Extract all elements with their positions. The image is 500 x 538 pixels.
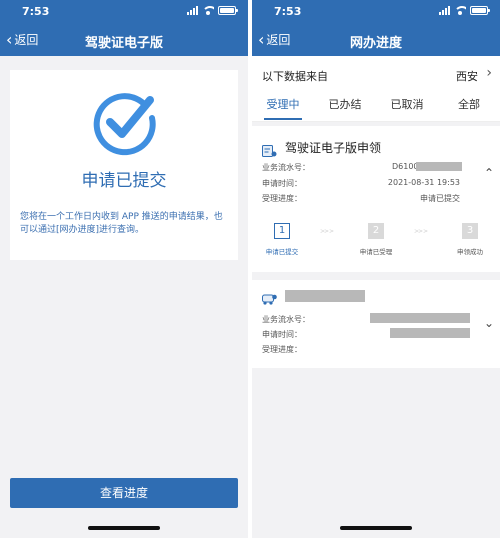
nav-bar: ‹ 返回 驾驶证电子版 [0,24,248,56]
redacted-serial [416,162,462,171]
serial-label: 业务流水号： [262,163,310,172]
apply-time-value: 2021-08-31 19:53 [387,178,460,187]
step-1-indicator: 1 [274,223,290,239]
step-3-indicator: 3 [462,223,478,239]
status-icons [439,6,490,15]
step-arrow-icon: >> > [320,228,334,235]
home-indicator[interactable] [340,526,412,530]
battery-icon [218,6,238,15]
signal-icon [187,6,198,15]
status-tabs: 受理中 已办结 已取消 全部 [252,92,500,122]
apply-time-label: 申请时间： [262,179,302,188]
license-doc-icon [262,142,277,157]
view-progress-button[interactable]: 查看进度 [10,478,238,508]
battery-icon [470,6,490,15]
success-card: 申请已提交 您将在一个工作日内收到 APP 推送的申请结果，也可以通过[网办进度… [10,70,238,260]
status-bar: 7:53 [0,0,248,24]
redacted-time [390,328,470,338]
chevron-right-icon: › [486,65,492,81]
tab-all[interactable]: 全部 [438,92,500,121]
page-title: 网办进度 [349,36,402,51]
card-header: 驾驶证电子版申领 [262,139,382,157]
serial-value: D6100 [392,162,419,171]
wifi-icon [202,6,214,15]
tab-processing[interactable]: 受理中 [252,92,314,121]
card-title: 驾驶证电子版申领 [285,141,382,155]
step-1-label: 申请已提交 [265,248,299,256]
progress-label: 受理进度： [262,194,302,203]
success-title: 申请已提交 [81,171,167,191]
step-3-label: 申领成功 [457,248,483,256]
signal-icon [439,6,450,15]
data-source-selector[interactable]: 以下数据来自 西安 › [252,56,500,92]
apply-time-label: 申请时间： [262,330,302,339]
right-phone-screen: 7:53 ‹ 返回 网办进度 以下数据来自 西安 › 受理中 已办结 已取消 全… [252,0,500,538]
application-card[interactable]: 业务流水号： 申请时间： 受理进度： ⌄ [252,280,500,368]
redacted-serial [370,313,470,323]
progress-value: 申请已提交 [420,194,460,203]
redacted-title [285,290,365,302]
application-card[interactable]: 驾驶证电子版申领 业务流水号： D6100 申请时间： 2021-08-31 1… [252,126,500,272]
progress-label: 受理进度： [262,345,302,354]
chevron-down-icon[interactable]: ⌄ [484,316,494,330]
city-value: 西安 [456,70,478,83]
vehicle-doc-icon [262,290,277,305]
serial-label: 业务流水号： [262,315,310,324]
nav-bar: ‹ 返回 网办进度 [252,24,500,56]
tab-cancelled[interactable]: 已取消 [376,92,438,121]
progress-steps: 1 申请已提交 >> > 2 申请已受理 >> > 3 申领成功 [252,223,500,263]
tab-completed[interactable]: 已办结 [314,92,376,121]
step-2-indicator: 2 [368,223,384,239]
data-source-label: 以下数据来自 [262,70,328,83]
status-time: 7:53 [274,5,302,18]
check-circle-icon [90,88,160,158]
home-indicator[interactable] [88,526,160,530]
step-arrow-icon: >> > [414,228,428,235]
left-phone-screen: 7:53 ‹ 返回 驾驶证电子版 申请已提交 您将在一个工作日内收到 APP 推… [0,0,248,538]
page-title: 驾驶证电子版 [84,36,163,51]
chevron-up-icon[interactable]: ⌃ [484,166,494,180]
success-description: 您将在一个工作日内收到 APP 推送的申请结果，也可以通过[网办进度]进行查询。 [20,212,223,235]
status-icons [187,6,238,15]
status-bar: 7:53 [252,0,500,24]
status-time: 7:53 [22,5,50,18]
step-2-label: 申请已受理 [359,248,393,256]
wifi-icon [454,6,466,15]
card-header [262,290,365,305]
